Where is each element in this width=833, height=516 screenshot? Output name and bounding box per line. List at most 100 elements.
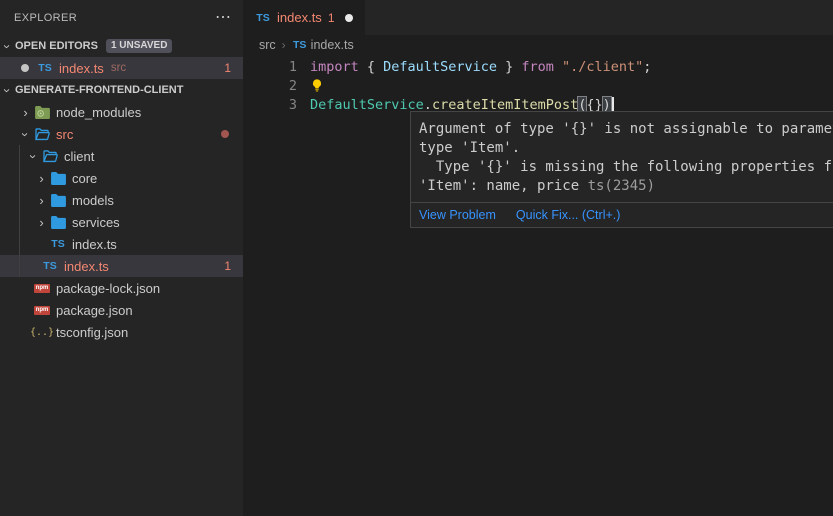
chevron-right-icon[interactable]: ›: [34, 215, 49, 230]
error-message: Argument of type '{}' is not assignable …: [411, 112, 833, 202]
error-code: ts(2345): [588, 178, 655, 194]
tree-item-label: tsconfig.json: [56, 325, 128, 340]
ts-icon: TS: [49, 238, 67, 250]
npm-icon: npm: [33, 306, 51, 315]
modified-dot-icon[interactable]: [21, 64, 29, 72]
hover-actions-bar: View Problem Quick Fix... (Ctrl+.): [411, 202, 833, 227]
open-editor-file-desc: src: [111, 62, 126, 74]
token-string: "./client": [562, 59, 643, 75]
code-line-1[interactable]: 1 import { DefaultService } from "./clien…: [243, 57, 833, 76]
quick-fix-link[interactable]: Quick Fix... (Ctrl+.): [516, 208, 621, 222]
code-line-2[interactable]: 2: [243, 76, 833, 95]
tree-item-package.json[interactable]: npm package.json: [0, 299, 243, 321]
tree-item-models[interactable]: › models: [0, 189, 243, 211]
chevron-down-icon: ›: [0, 39, 15, 54]
tree-item-label: core: [72, 171, 97, 186]
file-tree: › node_modules › src › client › core › models › ser…: [0, 101, 243, 343]
error-dot-badge: [221, 130, 229, 138]
breadcrumb: src › TS index.ts: [243, 35, 833, 55]
explorer-sidebar: EXPLORER ⋯ › OPEN EDITORS 1 UNSAVED TS i…: [0, 0, 243, 516]
indent-guide: [19, 145, 20, 277]
tab-index-ts[interactable]: TS index.ts 1: [243, 0, 365, 35]
error-line-4: 'Item': name, price ts(2345): [419, 177, 833, 196]
tree-item-index.ts[interactable]: TS index.ts 1: [0, 255, 243, 277]
tab-modified-dot[interactable]: [345, 14, 353, 22]
tree-item-package-lock.json[interactable]: npm package-lock.json: [0, 277, 243, 299]
sidebar-header: EXPLORER ⋯: [0, 0, 243, 35]
chevron-right-icon[interactable]: ›: [18, 105, 33, 120]
braces-icon: {..}: [33, 327, 51, 338]
folder-icon: [49, 216, 67, 229]
tab-error-count: 1: [328, 11, 335, 25]
breadcrumb-separator-icon: ›: [282, 38, 286, 52]
tab-label: index.ts: [277, 10, 322, 25]
open-editors-section-header[interactable]: › OPEN EDITORS 1 UNSAVED: [0, 35, 243, 57]
explorer-title: EXPLORER: [14, 12, 77, 24]
more-actions-icon[interactable]: ⋯: [215, 13, 231, 23]
tree-item-services[interactable]: › services: [0, 211, 243, 233]
token-plain: [554, 59, 562, 75]
error-line-1: Argument of type '{}' is not assignable …: [419, 120, 833, 139]
folder-icon: [49, 172, 67, 185]
tree-item-core[interactable]: › core: [0, 167, 243, 189]
ts-icon: TS: [41, 260, 59, 272]
workspace-label: GENERATE-FRONTEND-CLIENT: [15, 84, 183, 96]
token-plain: ;: [643, 59, 651, 75]
ts-icon: TS: [292, 39, 308, 51]
token-plain: {: [359, 59, 383, 75]
editor-area: TS index.ts 1 src › TS index.ts 1 import …: [243, 0, 833, 516]
chevron-right-icon[interactable]: ›: [34, 171, 49, 186]
unsaved-count-badge: 1 UNSAVED: [106, 39, 173, 53]
tree-item-index.ts[interactable]: TS index.ts: [0, 233, 243, 255]
folder-open-icon: [41, 150, 59, 163]
breadcrumb-folder[interactable]: src: [259, 38, 276, 52]
ts-icon: TS: [255, 12, 271, 24]
line-number: 1: [243, 59, 297, 75]
chevron-down-icon[interactable]: ›: [18, 127, 33, 142]
tree-item-src[interactable]: › src: [0, 123, 243, 145]
open-editors-label: OPEN EDITORS: [15, 40, 98, 52]
token-variable: DefaultService: [383, 59, 497, 75]
tree-item-label: client: [64, 149, 94, 164]
line-number: 3: [243, 97, 297, 113]
tree-item-label: src: [56, 127, 73, 142]
lightbulb-icon[interactable]: [310, 78, 324, 93]
tree-item-label: index.ts: [72, 237, 117, 252]
token-plain: }: [497, 59, 521, 75]
folder-icon: [49, 194, 67, 207]
tab-bar: TS index.ts 1: [243, 0, 833, 35]
ts-icon: TS: [36, 62, 54, 74]
view-problem-link[interactable]: View Problem: [419, 208, 496, 222]
chevron-right-icon[interactable]: ›: [34, 193, 49, 208]
line-content: import { DefaultService } from "./client…: [310, 59, 651, 75]
error-line-2: type 'Item'.: [419, 139, 833, 158]
tree-item-client[interactable]: › client: [0, 145, 243, 167]
chevron-down-icon: ›: [0, 83, 15, 98]
tree-item-tsconfig.json[interactable]: {..} tsconfig.json: [0, 321, 243, 343]
error-hover-tooltip: Argument of type '{}' is not assignable …: [410, 111, 833, 228]
workspace-section-header[interactable]: › GENERATE-FRONTEND-CLIENT: [0, 79, 243, 101]
token-keyword: from: [521, 59, 554, 75]
tree-item-label: services: [72, 215, 120, 230]
node-modules-folder-icon: [33, 106, 51, 119]
line-content: [310, 78, 324, 93]
tree-item-label: models: [72, 193, 114, 208]
error-line-3: Type '{}' is missing the following prope…: [419, 158, 833, 177]
error-count-badge: 1: [224, 259, 231, 273]
chevron-down-icon[interactable]: ›: [26, 149, 41, 164]
tree-item-node_modules[interactable]: › node_modules: [0, 101, 243, 123]
folder-open-icon: [33, 128, 51, 141]
token-class: DefaultService: [310, 97, 424, 113]
token-keyword: import: [310, 59, 359, 75]
error-count-badge: 1: [224, 61, 231, 75]
open-editor-item-index-ts[interactable]: TS index.ts src 1: [0, 57, 243, 79]
code-editor[interactable]: 1 import { DefaultService } from "./clien…: [243, 57, 833, 114]
line-number: 2: [243, 78, 297, 94]
npm-icon: npm: [33, 284, 51, 293]
tree-item-label: package.json: [56, 303, 133, 318]
tree-item-label: index.ts: [64, 259, 109, 274]
tree-item-label: package-lock.json: [56, 281, 160, 296]
open-editor-file-label: index.ts: [59, 61, 104, 76]
tree-item-label: node_modules: [56, 105, 141, 120]
breadcrumb-file[interactable]: index.ts: [311, 38, 354, 52]
